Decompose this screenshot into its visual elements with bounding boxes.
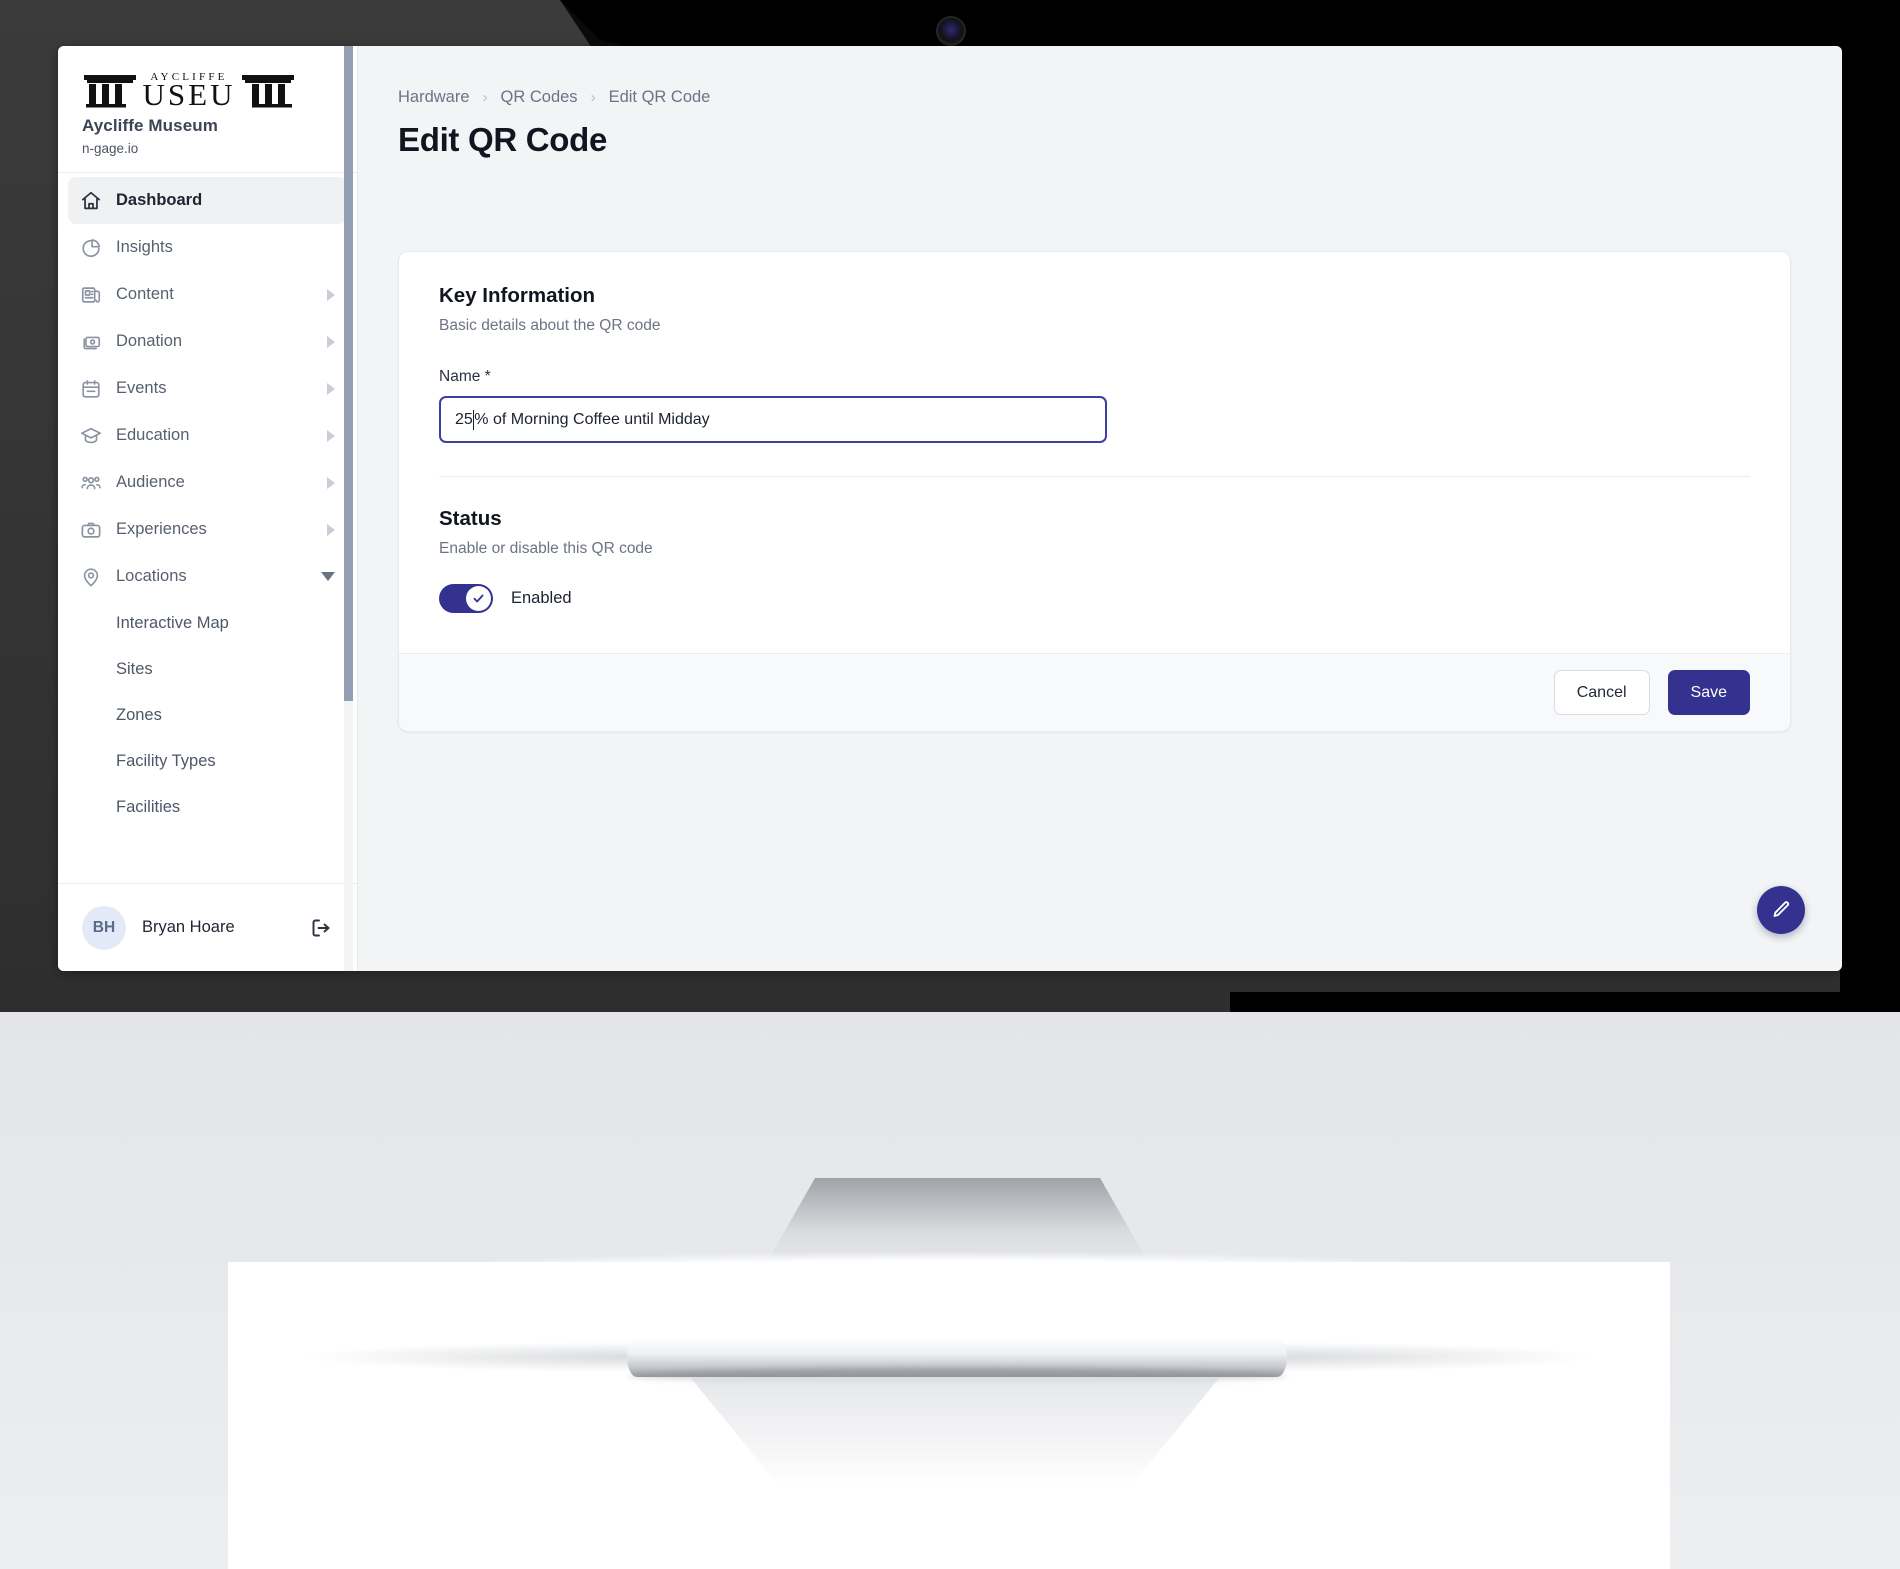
key-information-description: Basic details about the QR code: [439, 317, 661, 334]
sidebar-subitem-label: Interactive Map: [116, 613, 229, 632]
edit-qr-code-card: Key Information Basic details about the …: [398, 251, 1791, 732]
breadcrumb-item-hardware[interactable]: Hardware: [398, 88, 470, 107]
logout-icon[interactable]: [309, 916, 333, 940]
key-information-title: Key Information: [439, 284, 596, 307]
sidebar-item-content[interactable]: Content: [68, 271, 347, 318]
main-content: Hardware › QR Codes › Edit QR Code Edit …: [358, 46, 1842, 971]
sidebar-item-dashboard[interactable]: Dashboard: [68, 177, 347, 224]
sidebar-subitem-label: Facilities: [116, 797, 181, 816]
map-pin-icon: [83, 567, 99, 587]
page-title: Edit QR Code: [398, 121, 608, 158]
sidebar-subitem-interactive-map[interactable]: Interactive Map: [68, 600, 347, 646]
edit-fab-button[interactable]: [1757, 886, 1805, 934]
chevron-right-icon[interactable]: [327, 288, 335, 301]
sidebar: AYCLIFFE USEU Aycliffe Museum n-gage.io …: [58, 46, 358, 971]
graduation-cap-icon: [81, 427, 101, 443]
sidebar-nav-scroll: Dashboard Insights Content Donation Even…: [58, 173, 357, 883]
breadcrumb-item-qr-codes[interactable]: QR Codes: [501, 88, 578, 107]
svg-text:USEU: USEU: [143, 77, 236, 108]
calendar-icon: [82, 379, 100, 398]
home-icon: [81, 191, 101, 209]
chevron-right-icon[interactable]: [327, 335, 335, 348]
sidebar-item-label: Audience: [116, 473, 185, 491]
user-name: Bryan Hoare: [142, 918, 235, 936]
card-body: Key Information Basic details about the …: [399, 252, 1790, 613]
brand-header: AYCLIFFE USEU Aycliffe Museum n-gage.io: [58, 46, 357, 173]
sidebar-subitem-zones[interactable]: Zones: [68, 692, 347, 738]
sidebar-item-experiences[interactable]: Experiences: [68, 506, 347, 553]
breadcrumb: Hardware › QR Codes › Edit QR Code: [358, 46, 1842, 107]
sidebar-item-education[interactable]: Education: [68, 412, 347, 459]
sidebar-item-label: Donation: [116, 332, 183, 350]
camera-icon: [81, 522, 101, 538]
chevron-right-icon[interactable]: [327, 382, 335, 395]
sidebar-item-label: Education: [116, 426, 190, 444]
chevron-right-icon[interactable]: [327, 476, 335, 489]
webcam-icon: [938, 18, 964, 44]
card-footer: Cancel Save: [399, 653, 1790, 731]
sidebar-subitem-label: Zones: [116, 705, 162, 724]
chevron-right-icon[interactable]: [327, 523, 335, 536]
sidebar-item-label: Locations: [116, 567, 187, 585]
sidebar-item-label: Content: [116, 285, 174, 303]
toggle-knob: [466, 586, 491, 611]
save-button[interactable]: Save: [1667, 670, 1750, 715]
sidebar-nav-list: Dashboard Insights Content Donation Even…: [58, 177, 357, 830]
brand-name: Aycliffe Museum: [82, 116, 218, 135]
sidebar-scrollbar-thumb[interactable]: [344, 46, 353, 701]
money-icon: [83, 336, 101, 349]
sidebar-item-label: Dashboard: [116, 191, 203, 209]
newspaper-icon: [81, 286, 101, 303]
sidebar-item-label: Events: [116, 379, 167, 397]
people-icon: [81, 476, 101, 489]
sidebar-item-locations[interactable]: Locations: [68, 553, 347, 600]
status-toggle-row: Enabled: [439, 584, 1750, 613]
screen-viewport: AYCLIFFE USEU Aycliffe Museum n-gage.io …: [58, 46, 1842, 971]
pie-chart-icon: [82, 238, 101, 257]
monitor-scene: AYCLIFFE USEU Aycliffe Museum n-gage.io …: [0, 0, 1900, 1569]
name-field-label: Name *: [439, 368, 491, 385]
breadcrumb-separator-icon: ›: [590, 89, 596, 106]
sidebar-subitem-facilities[interactable]: Facilities: [68, 784, 347, 830]
sidebar-subitem-label: Sites: [116, 659, 153, 678]
check-icon: [473, 594, 484, 603]
name-input-value-before-caret: 25: [455, 410, 473, 428]
chevron-down-icon[interactable]: [321, 572, 335, 581]
museum-logo-icon: AYCLIFFE USEU: [82, 68, 296, 108]
breadcrumb-item-edit-qr-code: Edit QR Code: [608, 88, 711, 106]
chevron-right-icon[interactable]: [327, 429, 335, 442]
sidebar-subitem-label: Facility Types: [116, 751, 216, 770]
name-input[interactable]: 25% of Morning Coffee until Midday: [439, 396, 1107, 443]
section-divider: [439, 476, 1750, 477]
cancel-button[interactable]: Cancel: [1553, 670, 1650, 715]
sidebar-item-label: Insights: [116, 238, 173, 256]
name-input-value-after-caret: % of Morning Coffee until Midday: [474, 410, 710, 428]
user-profile-row[interactable]: BH Bryan Hoare: [58, 883, 357, 971]
pencil-icon: [1773, 901, 1790, 917]
avatar: BH: [82, 905, 126, 950]
brand-domain: n-gage.io: [82, 141, 139, 156]
status-toggle[interactable]: [439, 584, 493, 613]
status-description: Enable or disable this QR code: [439, 540, 653, 557]
sidebar-subitem-facility-types[interactable]: Facility Types: [68, 738, 347, 784]
sidebar-item-audience[interactable]: Audience: [68, 459, 347, 506]
status-title: Status: [439, 507, 502, 530]
sidebar-item-events[interactable]: Events: [68, 365, 347, 412]
logo-svg: AYCLIFFE USEU: [84, 71, 294, 108]
sidebar-item-label: Experiences: [116, 520, 207, 538]
sidebar-subitem-sites[interactable]: Sites: [68, 646, 347, 692]
breadcrumb-separator-icon: ›: [482, 89, 488, 106]
sidebar-item-donation[interactable]: Donation: [68, 318, 347, 365]
sidebar-item-insights[interactable]: Insights: [68, 224, 347, 271]
status-toggle-label: Enabled: [511, 589, 572, 607]
